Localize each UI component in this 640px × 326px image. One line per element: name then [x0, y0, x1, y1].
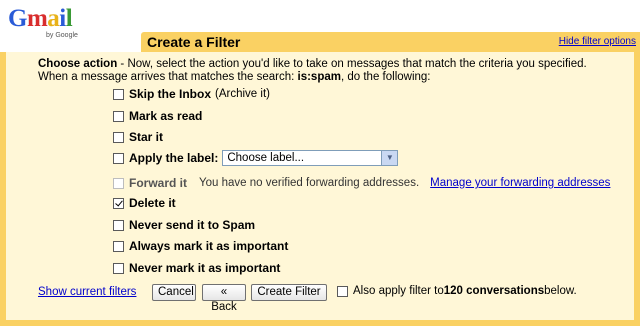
delete-checkbox[interactable] — [113, 197, 124, 209]
option-star[interactable]: Star it — [113, 129, 163, 145]
show-current-filters-link[interactable]: Show current filters — [38, 286, 136, 298]
gmail-wordmark: Gmail — [8, 5, 73, 32]
intro-line2-prefix: When a message arrives that matches the … — [38, 71, 298, 83]
apply-suffix: below. — [544, 285, 577, 297]
star-checkbox[interactable] — [113, 131, 124, 143]
create-filter-button[interactable]: Create Filter — [251, 284, 327, 301]
never-important-checkbox[interactable] — [113, 262, 124, 274]
forward-label: Forward it — [129, 176, 188, 190]
logo-byline: by Google — [46, 32, 78, 39]
cancel-button[interactable]: Cancel — [152, 284, 196, 301]
apply-label-label: Apply the label: — [129, 151, 219, 165]
intro-line1: - Now, select the action you'd like to t… — [117, 58, 587, 70]
delete-label: Delete it — [129, 196, 176, 210]
page-title: Create a Filter — [147, 34, 241, 50]
star-label: Star it — [129, 130, 164, 144]
skip-inbox-label: Skip the Inbox — [129, 87, 212, 101]
option-delete[interactable]: Delete it — [113, 195, 176, 211]
hide-filter-options-link[interactable]: Hide filter options — [559, 36, 636, 47]
never-spam-checkbox[interactable] — [113, 219, 124, 231]
manage-forwarding-link[interactable]: Manage your forwarding addresses — [430, 177, 610, 189]
search-query: is:spam — [297, 71, 341, 83]
filter-panel-content: Choose action - Now, select the action y… — [6, 52, 634, 320]
gmail-logo: Gmail by Google — [8, 4, 88, 44]
skip-inbox-checkbox[interactable] — [113, 88, 124, 100]
option-mark-read[interactable]: Mark as read — [113, 108, 202, 124]
forward-checkbox[interactable] — [113, 177, 124, 189]
apply-existing-option[interactable]: Also apply filter to 120 conversations b… — [337, 285, 577, 297]
filter-header: Create a Filter Hide filter options — [141, 32, 640, 52]
option-never-important[interactable]: Never mark it as important — [113, 260, 280, 276]
never-important-label: Never mark it as important — [129, 261, 281, 275]
option-apply-label[interactable]: Apply the label: Choose label... ▼ — [113, 150, 399, 166]
apply-count: 120 conversations — [443, 285, 545, 297]
label-select-value: Choose label... — [227, 152, 305, 164]
apply-existing-checkbox[interactable] — [337, 285, 348, 297]
always-important-label: Always mark it as important — [129, 239, 289, 253]
mark-read-checkbox[interactable] — [113, 110, 124, 122]
intro-text: Choose action - Now, select the action y… — [38, 58, 598, 84]
option-never-spam[interactable]: Never send it to Spam — [113, 217, 255, 233]
apply-label-checkbox[interactable] — [113, 152, 124, 164]
option-forward: Forward it You have no verified forwardi… — [113, 175, 610, 191]
label-select[interactable]: Choose label... ▼ — [222, 150, 399, 166]
apply-prefix: Also apply filter to — [353, 285, 444, 297]
mark-read-label: Mark as read — [129, 109, 203, 123]
choose-action-heading: Choose action — [38, 58, 118, 70]
never-spam-label: Never send it to Spam — [129, 218, 256, 232]
skip-inbox-note: (Archive it) — [215, 88, 270, 100]
chevron-down-icon[interactable]: ▼ — [381, 151, 398, 165]
back-button[interactable]: « Back — [202, 284, 246, 313]
intro-line2-suffix: , do the following: — [340, 71, 431, 83]
option-skip-inbox[interactable]: Skip the Inbox (Archive it) — [113, 86, 270, 102]
filter-footer: Show current filters Cancel « Back Creat… — [0, 284, 640, 313]
option-always-important[interactable]: Always mark it as important — [113, 238, 288, 254]
forward-note: You have no verified forwarding addresse… — [199, 177, 420, 189]
always-important-checkbox[interactable] — [113, 240, 124, 252]
